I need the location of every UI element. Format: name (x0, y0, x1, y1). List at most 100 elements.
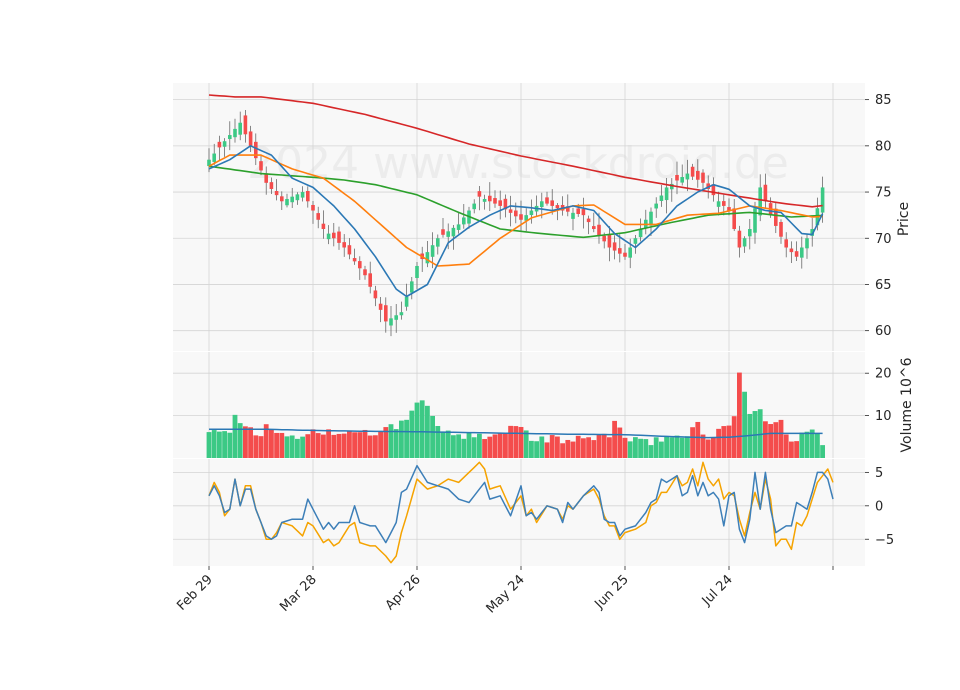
volume-bar (570, 441, 576, 458)
candle-body (488, 195, 492, 202)
candle-body (758, 187, 762, 216)
candle-body (436, 238, 440, 247)
volume-bar (679, 437, 685, 458)
candle-body (352, 258, 357, 262)
volume-bar (451, 435, 456, 458)
y-tick-label: 10 (875, 409, 892, 424)
candle-body (472, 203, 476, 210)
volume-bar (653, 437, 659, 458)
candle-body (482, 198, 487, 202)
volume-bar (300, 436, 305, 458)
candle-body (399, 312, 404, 316)
volume-bar (497, 433, 503, 458)
volume-bar (378, 431, 383, 458)
candle-body (441, 229, 445, 235)
volume-bar (206, 432, 212, 458)
volume-bar (399, 420, 404, 458)
candle-body (581, 209, 586, 216)
volume-bar (763, 421, 768, 458)
candle-body (602, 235, 606, 242)
y-tick-label: −5 (875, 533, 894, 548)
volume-bar (211, 430, 217, 458)
candle-body (664, 187, 669, 201)
candle-body (659, 195, 664, 201)
volume-bar (243, 426, 248, 458)
candle-body (498, 200, 502, 206)
volume-bar (648, 445, 654, 458)
volume-bar (664, 436, 669, 458)
candle-body (378, 303, 383, 310)
volume-bar (388, 424, 394, 458)
candle-body (696, 170, 700, 180)
volume-bar (565, 439, 571, 458)
volume-bar (352, 432, 357, 458)
candle-body (519, 214, 523, 220)
volume-bar (430, 415, 435, 458)
volume-bar (695, 421, 701, 458)
volume-bar (289, 435, 295, 458)
candle-body (316, 213, 320, 220)
volume-bar (794, 441, 799, 458)
candle-body (716, 201, 721, 207)
candle-body (555, 205, 560, 209)
volume-bar (508, 425, 513, 458)
candle-body (592, 226, 596, 230)
volume-bar (544, 442, 550, 458)
y-tick-label: 85 (875, 93, 892, 108)
volume-bar (456, 434, 461, 458)
volume-bar (445, 430, 451, 458)
volume-bar (721, 426, 727, 458)
candle-body (732, 208, 736, 230)
volume-bar (279, 432, 285, 458)
volume-bar (503, 432, 508, 458)
volume-bar (341, 433, 347, 458)
candle-body (607, 234, 612, 248)
candle-body (425, 252, 430, 264)
candle-body (217, 141, 222, 148)
volume-bar (690, 427, 695, 458)
volume-bar (711, 437, 716, 458)
candle-body (243, 115, 248, 135)
volume-bar (461, 438, 467, 458)
y-tick-label: 75 (875, 186, 892, 201)
candle-body (332, 232, 336, 239)
candle-body (623, 252, 627, 257)
volume-bar (555, 436, 560, 458)
volume-bar (227, 432, 233, 458)
candle-body (248, 131, 253, 146)
volume-bar (534, 441, 539, 458)
candle-body (737, 230, 742, 248)
candle-body (456, 224, 461, 230)
volume-bar (492, 434, 498, 458)
volume-bar (742, 391, 747, 458)
candle-body (628, 247, 632, 258)
volume-bar (737, 372, 742, 458)
candle-body (274, 191, 279, 196)
candle-body (545, 197, 549, 204)
candle-body (337, 231, 341, 243)
volume-bar (295, 438, 300, 458)
volume-bar (222, 431, 227, 458)
candle-body (384, 305, 388, 322)
volume-bar (601, 433, 607, 458)
candle-body (654, 203, 658, 209)
volume-bar (799, 432, 805, 458)
volume-bar (622, 437, 628, 458)
volume-bar (591, 440, 597, 458)
y-tick-label: 70 (875, 232, 892, 247)
volume-axis-title: Volume 10^6 (899, 357, 915, 452)
candle-body (763, 184, 768, 202)
candle-body (550, 200, 554, 206)
volume-bar (367, 435, 373, 458)
candle-body (222, 141, 227, 147)
price-panel (173, 83, 865, 351)
candle-body (493, 198, 497, 204)
volume-bar (659, 441, 664, 458)
candle-body (410, 281, 414, 293)
candle-body (701, 172, 705, 183)
y-tick-label: 60 (875, 324, 892, 339)
candle-body (462, 217, 466, 225)
volume-bar (487, 436, 493, 458)
candle-body (415, 265, 419, 278)
x-tick-label: Apr 26 (383, 572, 424, 613)
